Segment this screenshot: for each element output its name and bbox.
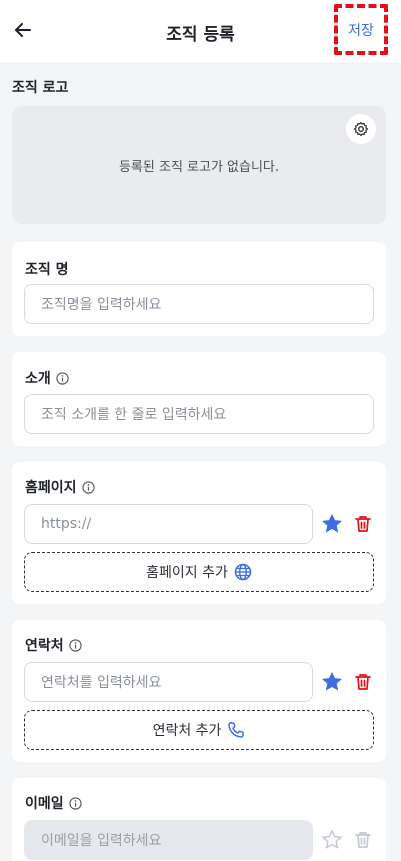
save-button[interactable]: 저장: [334, 4, 388, 55]
star-icon: [322, 514, 342, 533]
email-favorite-button[interactable]: [320, 828, 344, 852]
email-label: 이메일: [25, 793, 82, 813]
phone-icon: [228, 722, 245, 738]
info-icon[interactable]: [68, 638, 82, 652]
info-icon[interactable]: [56, 371, 69, 385]
star-icon: [322, 830, 342, 849]
homepage-label: 홈페이지: [25, 477, 95, 497]
info-icon[interactable]: [81, 480, 95, 494]
add-contact-button[interactable]: 연락처 추가: [24, 710, 374, 750]
contact-delete-button[interactable]: [351, 670, 375, 694]
logo-empty-text: 등록된 조직 로고가 없습니다.: [118, 160, 280, 175]
trash-icon: [355, 832, 371, 848]
intro-card: 소개 조직 소개를 한 줄로 입력하세요: [12, 352, 386, 446]
homepage-card: 홈페이지 https:// 홈페이지 추가: [12, 462, 386, 604]
contact-label: 연락처: [25, 635, 82, 655]
contact-label-text: 연락처: [25, 638, 64, 654]
add-homepage-label: 홈페이지 추가: [146, 565, 228, 581]
star-icon: [322, 672, 342, 691]
logo-section-label: 조직 로고: [12, 80, 69, 96]
homepage-input[interactable]: https://: [24, 504, 313, 544]
email-input[interactable]: 이메일을 입력하세요: [24, 820, 313, 860]
homepage-delete-button[interactable]: [351, 512, 375, 536]
logo-upload-area[interactable]: 등록된 조직 로고가 없습니다.: [12, 106, 386, 224]
intro-placeholder: 조직 소개를 한 줄로 입력하세요: [41, 407, 227, 423]
org-name-card: 조직 명 조직명을 입력하세요: [12, 242, 386, 336]
email-card: 이메일 이메일을 입력하세요: [12, 778, 386, 861]
intro-input[interactable]: 조직 소개를 한 줄로 입력하세요: [24, 394, 374, 434]
email-label-text: 이메일: [25, 796, 64, 812]
contact-placeholder: 연락처를 입력하세요: [41, 675, 162, 691]
homepage-label-text: 홈페이지: [25, 480, 77, 496]
org-name-placeholder: 조직명을 입력하세요: [41, 297, 162, 313]
trash-icon: [355, 516, 371, 532]
homepage-favorite-button[interactable]: [320, 512, 344, 536]
intro-label: 소개: [25, 368, 69, 388]
contact-favorite-button[interactable]: [320, 670, 344, 694]
homepage-placeholder: https://: [41, 516, 92, 532]
info-icon[interactable]: [68, 796, 82, 810]
trash-icon: [355, 674, 371, 690]
add-homepage-button[interactable]: 홈페이지 추가: [24, 552, 374, 592]
intro-label-text: 소개: [25, 371, 51, 387]
org-name-label: 조직 명: [25, 259, 69, 279]
email-placeholder: 이메일을 입력하세요: [41, 833, 162, 849]
contact-input[interactable]: 연락처를 입력하세요: [24, 662, 313, 702]
org-name-label-text: 조직 명: [25, 262, 69, 278]
gear-icon: [353, 121, 369, 137]
org-name-input[interactable]: 조직명을 입력하세요: [24, 284, 374, 324]
app-header: 조직 등록 저장: [0, 0, 401, 62]
contact-card: 연락처 연락처를 입력하세요 연락처 추가: [12, 620, 386, 762]
logo-settings-button[interactable]: [346, 114, 376, 144]
email-delete-button[interactable]: [351, 828, 375, 852]
add-contact-label: 연락처 추가: [152, 723, 222, 739]
globe-icon: [234, 563, 252, 581]
